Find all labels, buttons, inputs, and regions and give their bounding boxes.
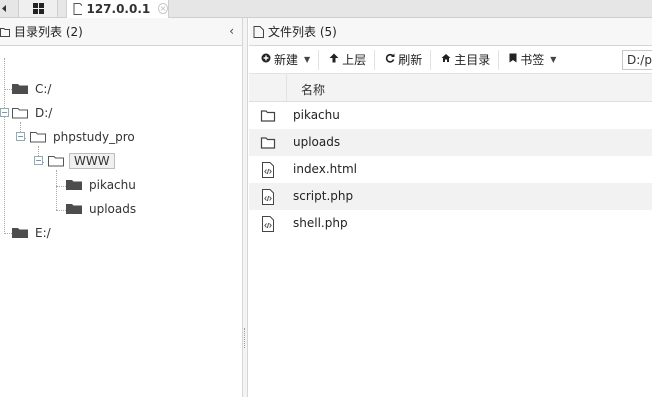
bookmark-button[interactable]: 书签 ▼: [505, 50, 564, 70]
tab-bar: 127.0.0.1 ×: [0, 0, 652, 18]
folder-open-icon: [12, 108, 28, 119]
file-icon: [253, 25, 264, 38]
new-button[interactable]: 新建 ▼: [257, 49, 320, 70]
code-file-icon: [262, 189, 274, 205]
caret-down-icon: ▼: [304, 55, 311, 64]
home-dir-label: 主目录: [454, 53, 491, 67]
file-panel-title: 文件列表 (5): [268, 25, 337, 39]
tree-node-c-drive[interactable]: C:/: [12, 79, 51, 99]
file-name: shell.php: [293, 216, 348, 230]
up-level-button[interactable]: 上层: [325, 49, 376, 70]
folder-outline-icon: [260, 110, 276, 122]
tree-node-label: C:/: [35, 82, 52, 96]
icon-column-header: [249, 74, 287, 102]
tree-node-pikachu[interactable]: pikachu: [66, 175, 136, 195]
directory-panel-title: 目录列表 (2): [14, 25, 83, 39]
refresh-button[interactable]: 刷新: [381, 49, 432, 70]
up-level-label: 上层: [342, 53, 367, 67]
file-row[interactable]: index.html: [249, 156, 652, 183]
file-panel: 文件列表 (5) 新建 ▼ 上层 刷新 主目录 书签 ▼ D:/p 名称 pik…: [249, 18, 652, 397]
folder-filled-icon: [12, 84, 28, 94]
tree-node-phpstudy-pro[interactable]: phpstudy_pro: [30, 127, 135, 147]
tree-node-label: pikachu: [89, 178, 136, 192]
tree-node-www[interactable]: WWW: [48, 151, 115, 171]
refresh-icon: [385, 53, 395, 66]
folder-open-icon: [48, 156, 64, 167]
file-toolbar: 新建 ▼ 上层 刷新 主目录 书签 ▼ D:/p: [249, 46, 652, 74]
tree-collapse-toggle[interactable]: −: [0, 108, 9, 117]
tree-node-label: uploads: [89, 202, 137, 216]
grid-icon: [32, 3, 44, 14]
tree-node-label: phpstudy_pro: [53, 130, 135, 144]
file-row[interactable]: uploads: [249, 129, 652, 156]
file-grid-header: 名称: [249, 74, 652, 102]
folder-open-icon: [30, 132, 46, 143]
tab-close-icon[interactable]: ×: [158, 3, 168, 14]
folder-filled-icon: [66, 180, 82, 190]
file-row[interactable]: shell.php: [249, 210, 652, 237]
tree-node-label: E:/: [35, 226, 51, 240]
folder-filled-icon: [12, 228, 28, 238]
tree-node-e-drive[interactable]: E:/: [12, 223, 51, 243]
file-name: script.php: [293, 189, 354, 203]
name-column-header[interactable]: 名称: [301, 81, 325, 98]
file-name: index.html: [293, 162, 357, 176]
file-row[interactable]: pikachu: [249, 102, 652, 129]
tree-node-label-selected: WWW: [69, 153, 115, 169]
file-name: uploads: [293, 135, 341, 149]
code-file-icon: [262, 162, 274, 178]
tree-node-uploads[interactable]: uploads: [66, 199, 136, 219]
new-button-label: 新建: [274, 53, 299, 67]
tab-home-grid[interactable]: [18, 0, 58, 17]
folder-open-icon: [0, 27, 10, 37]
path-input[interactable]: D:/p: [622, 50, 652, 70]
file-list: pikachu uploads index.html script.php sh…: [249, 102, 652, 237]
tree-node-d-drive[interactable]: D:/: [12, 103, 52, 123]
directory-panel: 目录列表 (2) ‹ C:/ − D:/ − phpstudy_pro − WW…: [0, 18, 243, 397]
tree-collapse-toggle[interactable]: −: [16, 132, 25, 141]
folder-outline-icon: [260, 137, 276, 149]
arrow-up-icon: [329, 53, 339, 66]
tab-host-label: 127.0.0.1: [86, 1, 151, 16]
tree-node-label: D:/: [35, 106, 53, 120]
splitter-grip-icon: [244, 328, 246, 348]
code-file-icon: [262, 216, 274, 232]
tab-scroll-left-icon[interactable]: [0, 0, 8, 17]
bookmark-icon: [509, 53, 517, 66]
bookmark-label: 书签: [520, 53, 545, 67]
collapse-panel-icon[interactable]: ‹: [229, 24, 234, 38]
directory-panel-header: 目录列表 (2) ‹: [0, 18, 242, 46]
folder-filled-icon: [66, 204, 82, 214]
file-row[interactable]: script.php: [249, 183, 652, 210]
panel-splitter[interactable]: [243, 18, 248, 397]
home-icon: [441, 53, 451, 66]
caret-down-icon: ▼: [550, 55, 557, 64]
file-icon: [73, 2, 83, 15]
file-panel-header: 文件列表 (5): [249, 18, 652, 46]
tab-host[interactable]: 127.0.0.1 ×: [66, 0, 169, 18]
home-dir-button[interactable]: 主目录: [437, 49, 500, 70]
refresh-label: 刷新: [398, 53, 423, 67]
plus-circle-icon: [261, 53, 271, 66]
tree-collapse-toggle[interactable]: −: [34, 156, 43, 165]
file-name: pikachu: [293, 108, 340, 122]
